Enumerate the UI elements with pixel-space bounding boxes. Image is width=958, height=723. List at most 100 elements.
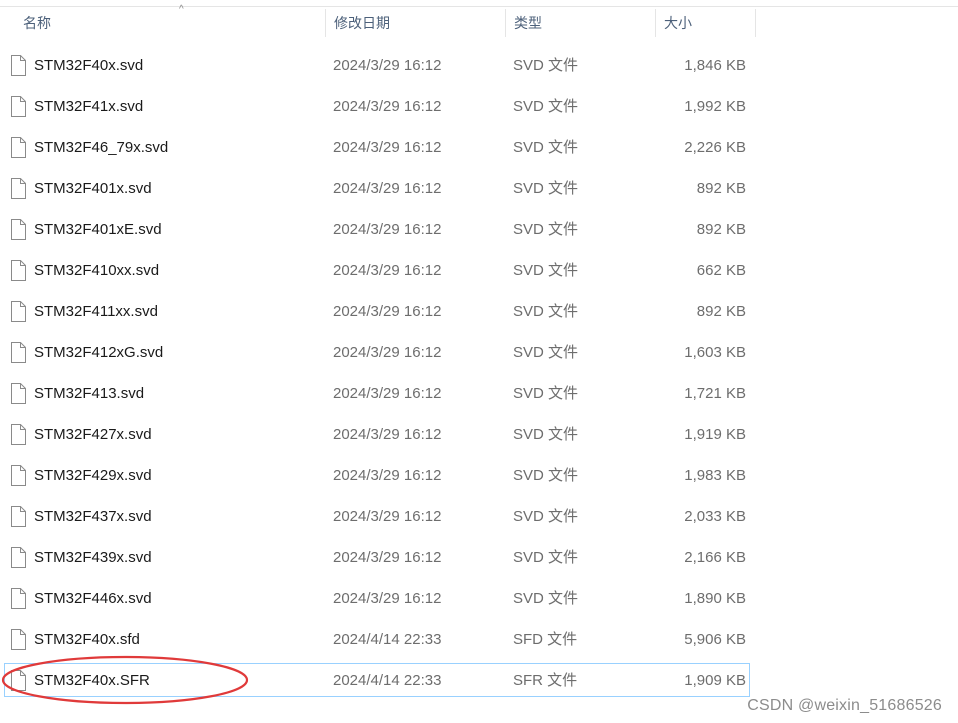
sort-ascending-icon: ^ bbox=[179, 4, 184, 15]
document-file-icon bbox=[11, 670, 26, 691]
file-row[interactable]: STM32F412xG.svd 2024/3/29 16:12 SVD 文件 1,60… bbox=[0, 332, 958, 373]
file-name: STM32F412xG.svd bbox=[34, 344, 164, 361]
file-size: 2,226 KB bbox=[684, 139, 746, 156]
column-header-type[interactable]: 类型 bbox=[506, 7, 656, 39]
file-name: STM32F427x.svd bbox=[34, 426, 152, 443]
file-name: STM32F401xE.svd bbox=[34, 221, 162, 238]
file-size: 1,890 KB bbox=[684, 590, 746, 607]
document-file-icon bbox=[11, 383, 26, 404]
file-row[interactable]: STM32F413.svd 2024/3/29 16:12 SVD 文件 1,721 … bbox=[0, 373, 958, 414]
file-modified-date: 2024/3/29 16:12 bbox=[333, 221, 442, 238]
document-file-icon bbox=[11, 465, 26, 486]
file-name: STM32F41x.svd bbox=[34, 98, 144, 115]
document-file-icon bbox=[11, 342, 26, 363]
file-row[interactable]: STM32F46_79x.svd 2024/3/29 16:12 SVD 文件 2,2… bbox=[0, 127, 958, 168]
file-name: STM32F429x.svd bbox=[34, 467, 152, 484]
file-size: 662 KB bbox=[696, 262, 746, 279]
file-type: SVD 文件 bbox=[513, 221, 579, 238]
file-name: STM32F410xx.svd bbox=[34, 262, 160, 279]
file-modified-date: 2024/3/29 16:12 bbox=[333, 98, 442, 115]
file-type: SVD 文件 bbox=[513, 549, 579, 566]
file-row[interactable]: STM32F41x.svd 2024/3/29 16:12 SVD 文件 1,992 … bbox=[0, 86, 958, 127]
file-size: 2,033 KB bbox=[684, 508, 746, 525]
file-modified-date: 2024/3/29 16:12 bbox=[333, 467, 442, 484]
file-row[interactable]: STM32F437x.svd 2024/3/29 16:12 SVD 文件 2,033… bbox=[0, 496, 958, 537]
file-type: SVD 文件 bbox=[513, 467, 579, 484]
file-modified-date: 2024/3/29 16:12 bbox=[333, 262, 442, 279]
document-file-icon bbox=[11, 137, 26, 158]
file-name: STM32F40x.sfd bbox=[34, 631, 140, 648]
document-file-icon bbox=[11, 424, 26, 445]
file-size: 1,992 KB bbox=[684, 98, 746, 115]
file-size: 892 KB bbox=[696, 303, 746, 320]
file-name: STM32F437x.svd bbox=[34, 508, 152, 525]
file-type: SVD 文件 bbox=[513, 180, 579, 197]
file-type: SFR 文件 bbox=[513, 672, 578, 689]
file-type: SVD 文件 bbox=[513, 508, 579, 525]
document-file-icon bbox=[11, 178, 26, 199]
document-file-icon bbox=[11, 588, 26, 609]
file-name: STM32F401x.svd bbox=[34, 180, 152, 197]
column-header-size-label: 大小 bbox=[664, 15, 692, 31]
file-row[interactable]: STM32F40x.SFR 2024/4/14 22:33 SFR 文件 1,909 … bbox=[0, 660, 958, 701]
file-name: STM32F413.svd bbox=[34, 385, 145, 402]
file-type: SVD 文件 bbox=[513, 303, 579, 320]
file-row[interactable]: STM32F401xE.svd 2024/3/29 16:12 SVD 文件 892 … bbox=[0, 209, 958, 250]
file-type: SVD 文件 bbox=[513, 426, 579, 443]
file-modified-date: 2024/3/29 16:12 bbox=[333, 549, 442, 566]
file-modified-date: 2024/4/14 22:33 bbox=[333, 672, 442, 689]
file-row[interactable]: STM32F427x.svd 2024/3/29 16:12 SVD 文件 1,919… bbox=[0, 414, 958, 455]
column-divider[interactable] bbox=[755, 9, 756, 37]
file-size: 2,166 KB bbox=[684, 549, 746, 566]
document-file-icon bbox=[11, 260, 26, 281]
file-modified-date: 2024/3/29 16:12 bbox=[333, 590, 442, 607]
file-size: 1,983 KB bbox=[684, 467, 746, 484]
file-size: 892 KB bbox=[696, 180, 746, 197]
file-row[interactable]: STM32F439x.svd 2024/3/29 16:12 SVD 文件 2,166… bbox=[0, 537, 958, 578]
file-row[interactable]: STM32F429x.svd 2024/3/29 16:12 SVD 文件 1,983… bbox=[0, 455, 958, 496]
file-name: STM32F40x.SFR bbox=[34, 672, 150, 689]
file-modified-date: 2024/4/14 22:33 bbox=[333, 631, 442, 648]
file-type: SVD 文件 bbox=[513, 98, 579, 115]
file-size: 1,603 KB bbox=[684, 344, 746, 361]
file-row[interactable]: STM32F401x.svd 2024/3/29 16:12 SVD 文件 892 K… bbox=[0, 168, 958, 209]
file-row[interactable]: STM32F411xx.svd 2024/3/29 16:12 SVD 文件 892 … bbox=[0, 291, 958, 332]
document-file-icon bbox=[11, 96, 26, 117]
file-row[interactable]: STM32F40x.sfd 2024/4/14 22:33 SFD 文件 5,906 … bbox=[0, 619, 958, 660]
file-type: SVD 文件 bbox=[513, 344, 579, 361]
column-header-name[interactable]: 名称 ^ bbox=[15, 4, 326, 39]
column-header-size[interactable]: 大小 bbox=[656, 7, 756, 39]
file-row[interactable]: STM32F40x.svd 2024/3/29 16:12 SVD 文件 1,846 … bbox=[0, 45, 958, 86]
file-modified-date: 2024/3/29 16:12 bbox=[333, 344, 442, 361]
column-header-bar: 名称 ^ 修改日期 类型 大小 bbox=[0, 4, 958, 39]
file-modified-date: 2024/3/29 16:12 bbox=[333, 385, 442, 402]
document-file-icon bbox=[11, 506, 26, 527]
document-file-icon bbox=[11, 629, 26, 650]
file-type: SVD 文件 bbox=[513, 57, 579, 74]
file-size: 1,846 KB bbox=[684, 57, 746, 74]
watermark: CSDN @weixin_51686526 bbox=[747, 697, 942, 714]
file-list: STM32F40x.svd 2024/3/29 16:12 SVD 文件 1,846 … bbox=[0, 45, 958, 701]
file-type: SFD 文件 bbox=[513, 631, 578, 648]
file-modified-date: 2024/3/29 16:12 bbox=[333, 508, 442, 525]
document-file-icon bbox=[11, 219, 26, 240]
file-row[interactable]: STM32F410xx.svd 2024/3/29 16:12 SVD 文件 662 … bbox=[0, 250, 958, 291]
file-row[interactable]: STM32F446x.svd 2024/3/29 16:12 SVD 文件 1,890… bbox=[0, 578, 958, 619]
document-file-icon bbox=[11, 547, 26, 568]
file-size: 892 KB bbox=[696, 221, 746, 238]
file-name: STM32F46_79x.svd bbox=[34, 139, 169, 156]
file-modified-date: 2024/3/29 16:12 bbox=[333, 303, 442, 320]
column-header-date[interactable]: 修改日期 bbox=[326, 7, 506, 39]
file-size: 1,721 KB bbox=[684, 385, 746, 402]
file-name: STM32F439x.svd bbox=[34, 549, 152, 566]
file-name: STM32F411xx.svd bbox=[34, 303, 158, 320]
column-header-date-label: 修改日期 bbox=[334, 15, 390, 31]
file-modified-date: 2024/3/29 16:12 bbox=[333, 139, 442, 156]
file-type: SVD 文件 bbox=[513, 590, 579, 607]
file-explorer-list-view: 名称 ^ 修改日期 类型 大小 STM32F40x.svd 2024/3/29 1… bbox=[0, 0, 958, 723]
column-header-type-label: 类型 bbox=[514, 15, 542, 31]
file-modified-date: 2024/3/29 16:12 bbox=[333, 180, 442, 197]
file-size: 5,906 KB bbox=[684, 631, 746, 648]
file-type: SVD 文件 bbox=[513, 385, 579, 402]
document-file-icon bbox=[11, 55, 26, 76]
